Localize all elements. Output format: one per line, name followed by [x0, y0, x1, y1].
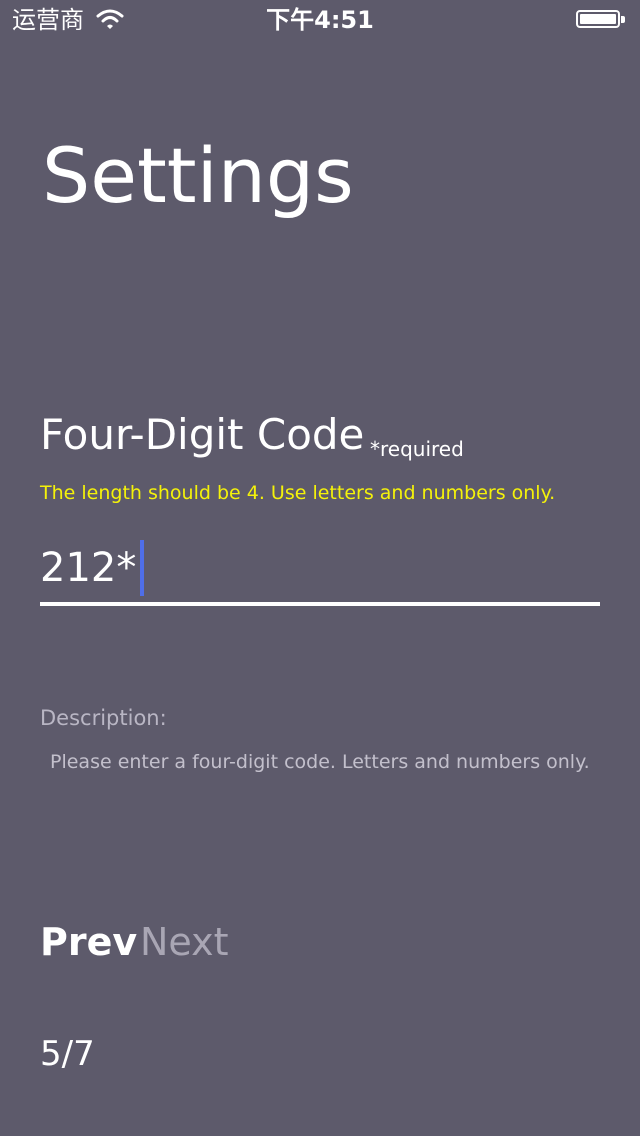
- battery-fill: [580, 14, 616, 24]
- next-button[interactable]: Next: [140, 918, 229, 966]
- battery-tip: [621, 16, 625, 23]
- required-note: *required: [370, 437, 464, 461]
- code-field-label: Four-Digit Code: [40, 410, 365, 459]
- description-label: Description:: [40, 706, 167, 730]
- text-cursor: [140, 540, 145, 596]
- validation-message: The length should be 4. Use letters and …: [40, 482, 556, 504]
- code-input[interactable]: 212*: [40, 538, 600, 606]
- code-input-value[interactable]: 212*: [40, 538, 136, 598]
- status-bar: 运营商 下午4:51: [0, 0, 640, 40]
- battery-body: [576, 10, 620, 28]
- prev-button[interactable]: Prev: [40, 918, 137, 966]
- battery-icon: [576, 10, 628, 30]
- page-title: Settings: [42, 131, 354, 220]
- page-indicator: 5/7: [40, 1034, 95, 1074]
- description-text: Please enter a four-digit code. Letters …: [50, 751, 590, 773]
- status-time: 下午4:51: [266, 6, 374, 34]
